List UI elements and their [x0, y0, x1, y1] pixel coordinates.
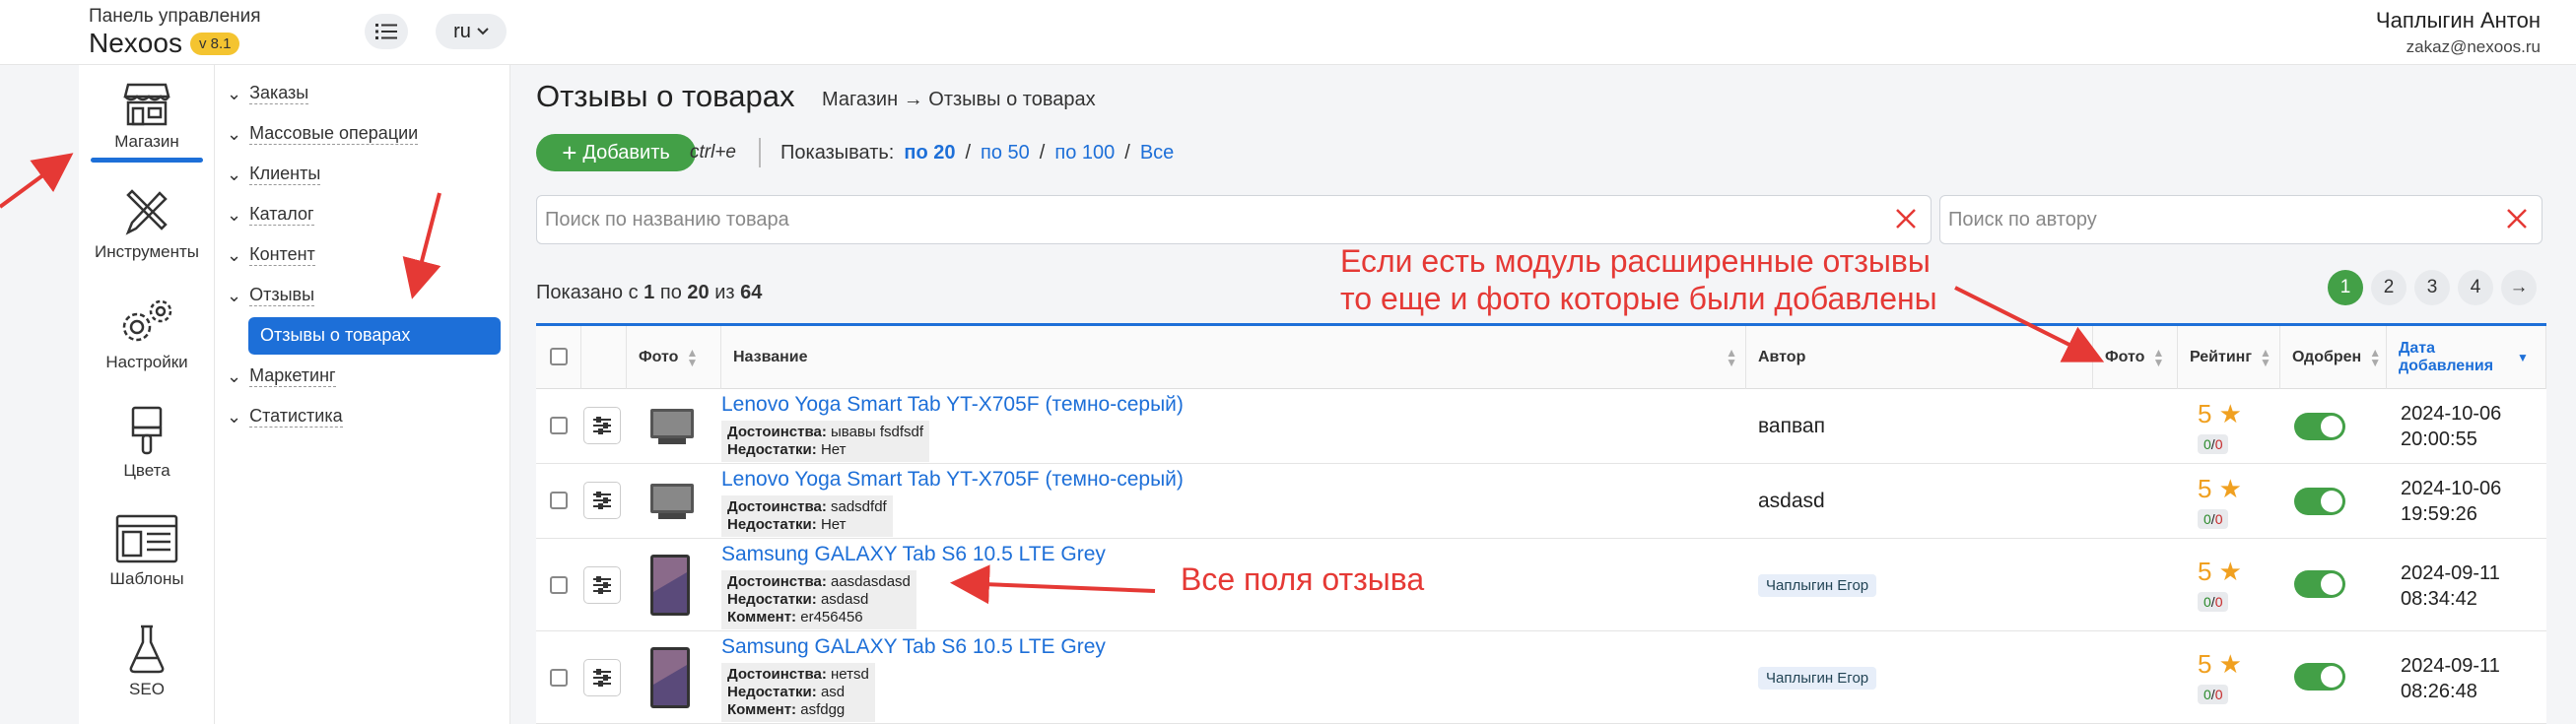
annotation-arrows	[0, 153, 2105, 605]
arrow-shop	[0, 153, 74, 209]
arrow-fields	[950, 564, 1156, 605]
arrow-submenu	[402, 192, 441, 299]
arrow-photo-col	[1954, 286, 2105, 362]
